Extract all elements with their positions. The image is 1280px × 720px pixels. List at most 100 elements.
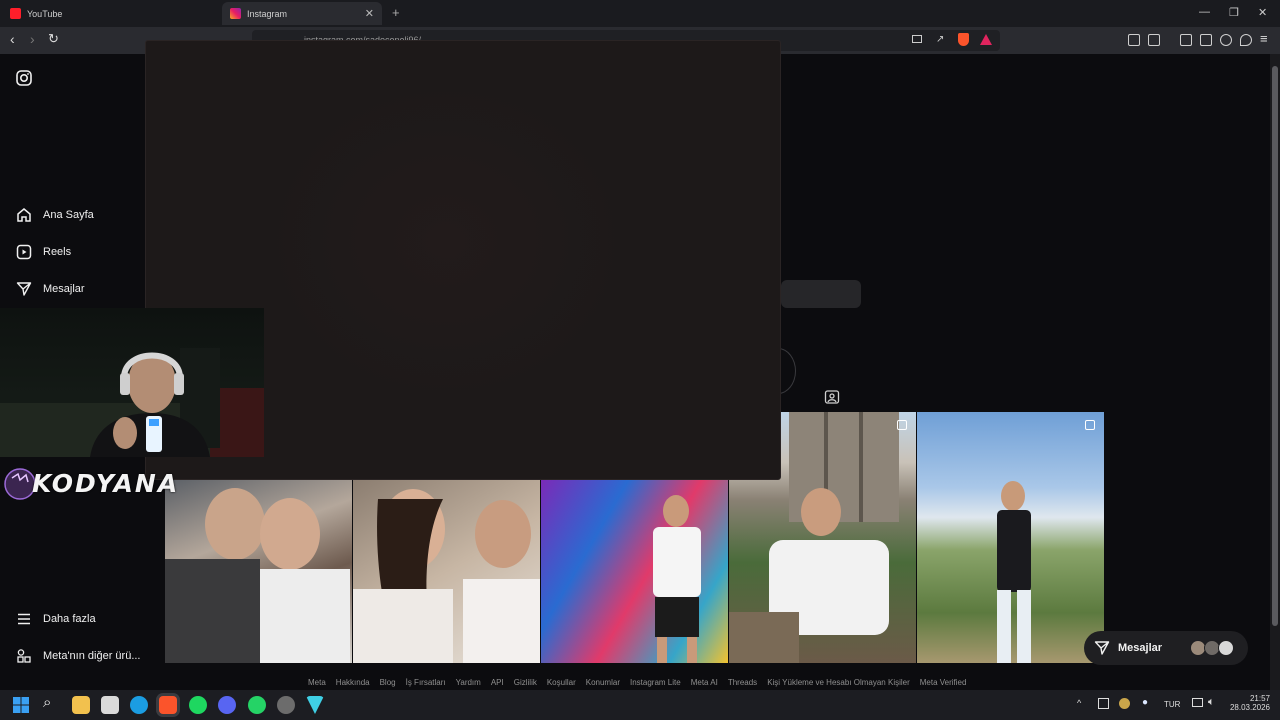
streamer-logo: KODYANA [4,466,177,504]
microphone-icon[interactable]: ● [1142,697,1148,708]
vpn-app-icon[interactable] [306,696,324,714]
sidebar-item-label: Mesajlar [43,283,85,295]
brave-rewards-icon[interactable] [980,34,992,45]
post-thumbnail[interactable] [165,479,352,663]
meta-apps-icon [17,649,31,663]
footer-link[interactable]: Gizlilik [514,678,537,687]
sidebar-item-label: Reels [43,246,72,258]
footer-link[interactable]: API [491,678,504,687]
footer-link[interactable]: Kişi Yükleme ve Hesabı Olmayan Kişiler [767,678,910,687]
sidebar-item-reels[interactable]: Reels [16,244,71,260]
webcam-overlay [0,308,264,457]
extensions-icon[interactable] [1128,34,1140,46]
share-icon[interactable]: ↗ [936,34,944,45]
overlay-shade [266,81,626,401]
post-thumbnail[interactable] [917,412,1104,663]
youtube-icon [10,8,21,19]
footer-link[interactable]: Konumlar [586,678,620,687]
vpn-icon[interactable] [1240,34,1252,46]
footer-link[interactable]: Threads [728,678,757,687]
sidebar-item-label: Daha fazla [43,613,96,625]
sidebar-item-meta-apps[interactable]: Meta'nın diğer ürü... [16,648,141,664]
post-thumbnail[interactable] [353,479,540,663]
footer-link[interactable]: Meta Verified [920,678,967,687]
reading-list-icon[interactable] [1148,34,1160,46]
instagram-icon [230,8,241,19]
clock-date: 28.03.2026 [1229,703,1270,712]
brave-shield-icon[interactable] [958,33,969,46]
tab-label: Instagram [247,8,288,19]
chevron-up-icon[interactable]: ^ [1077,698,1081,708]
clock[interactable]: 21:57 28.03.2026 [1230,694,1270,712]
footer-link[interactable]: İş Fırsatları [406,678,446,687]
post-photo [353,489,540,663]
menu-icon [18,613,30,625]
page-scrollbar[interactable] [1270,54,1280,690]
footer-link[interactable]: Hakkında [336,678,370,687]
sidebar-icon[interactable] [1180,34,1192,46]
cast-icon[interactable] [912,35,922,43]
footer-link[interactable]: Blog [380,678,396,687]
post-photo [165,488,350,663]
language-indicator[interactable]: TUR [1164,700,1180,709]
forward-icon[interactable]: › [30,31,35,47]
sidebar-item-home[interactable]: Ana Sayfa [16,207,94,223]
footer-link[interactable]: Koşullar [547,678,576,687]
scrollbar-thumb[interactable] [1272,66,1278,626]
close-icon[interactable]: ✕ [365,7,374,20]
leo-ai-icon[interactable] [1220,34,1232,46]
tray-app-icon[interactable] [1098,698,1109,709]
volume-icon[interactable]: 🔈︎ [1208,696,1215,709]
footer-link[interactable]: Instagram Lite [630,678,681,687]
post-thumbnail[interactable] [541,479,728,663]
edit-profile-button[interactable] [781,280,861,308]
post-photo [997,481,1031,663]
carousel-icon [897,420,907,430]
minimize-icon[interactable]: — [1199,6,1210,18]
send-icon [16,282,32,296]
tab-youtube[interactable]: YouTube [10,2,210,25]
file-explorer-icon[interactable] [72,696,90,714]
search-icon[interactable]: ⌕ [43,694,51,711]
avatar [1218,640,1234,656]
windows-start-icon[interactable] [13,697,29,713]
reels-icon [16,244,32,260]
sidebar-item-label: Ana Sayfa [43,209,94,221]
brave-icon[interactable] [159,696,177,714]
footer-link[interactable]: Meta AI [691,678,718,687]
back-icon[interactable]: ‹ [10,31,15,47]
whatsapp-icon[interactable] [248,696,266,714]
spotify-icon[interactable] [189,696,207,714]
post-photo [653,495,701,663]
sidebar-item-label: Meta'nın diğer ürü... [43,650,141,662]
discord-icon[interactable] [218,696,236,714]
wallet-icon[interactable] [1200,34,1212,46]
footer-link[interactable]: Meta [308,678,326,687]
close-window-icon[interactable]: ✕ [1258,6,1267,19]
new-tab-button[interactable]: + [392,5,400,20]
menu-icon[interactable]: ≡ [1260,31,1268,46]
carousel-icon [1085,420,1095,430]
webcam-feed [0,348,264,457]
windows-taskbar: ⌕ ^ ● TUR 🔈︎ 21:57 28.03.2026 [0,690,1280,720]
footer-link[interactable]: Yardım [456,678,481,687]
edge-icon[interactable] [130,696,148,714]
network-icon[interactable] [1192,698,1203,707]
store-icon[interactable] [101,696,119,714]
clock-time: 21:57 [1249,694,1270,703]
browser-tab-bar: YouTube Instagram ✕ + — ❐ ✕ [0,0,1280,27]
tagged-icon[interactable] [824,389,840,405]
sidebar-item-more[interactable]: Daha fazla [16,611,96,627]
obs-icon[interactable] [277,696,295,714]
footer-links: Meta Hakkında Blog İş Fırsatları Yardım … [308,678,976,687]
tab-instagram[interactable]: Instagram ✕ [222,2,382,25]
messages-floating-button[interactable]: Mesajlar [1084,631,1248,665]
send-icon [1094,641,1110,655]
reload-icon[interactable]: ↻ [48,31,59,47]
messages-label: Mesajlar [1118,642,1163,654]
sidebar-item-messages[interactable]: Mesajlar [16,281,85,297]
tray-weather-icon[interactable] [1119,698,1130,709]
restore-icon[interactable]: ❐ [1229,6,1239,19]
instagram-logo-icon[interactable] [16,70,32,86]
tab-label: YouTube [27,8,63,19]
